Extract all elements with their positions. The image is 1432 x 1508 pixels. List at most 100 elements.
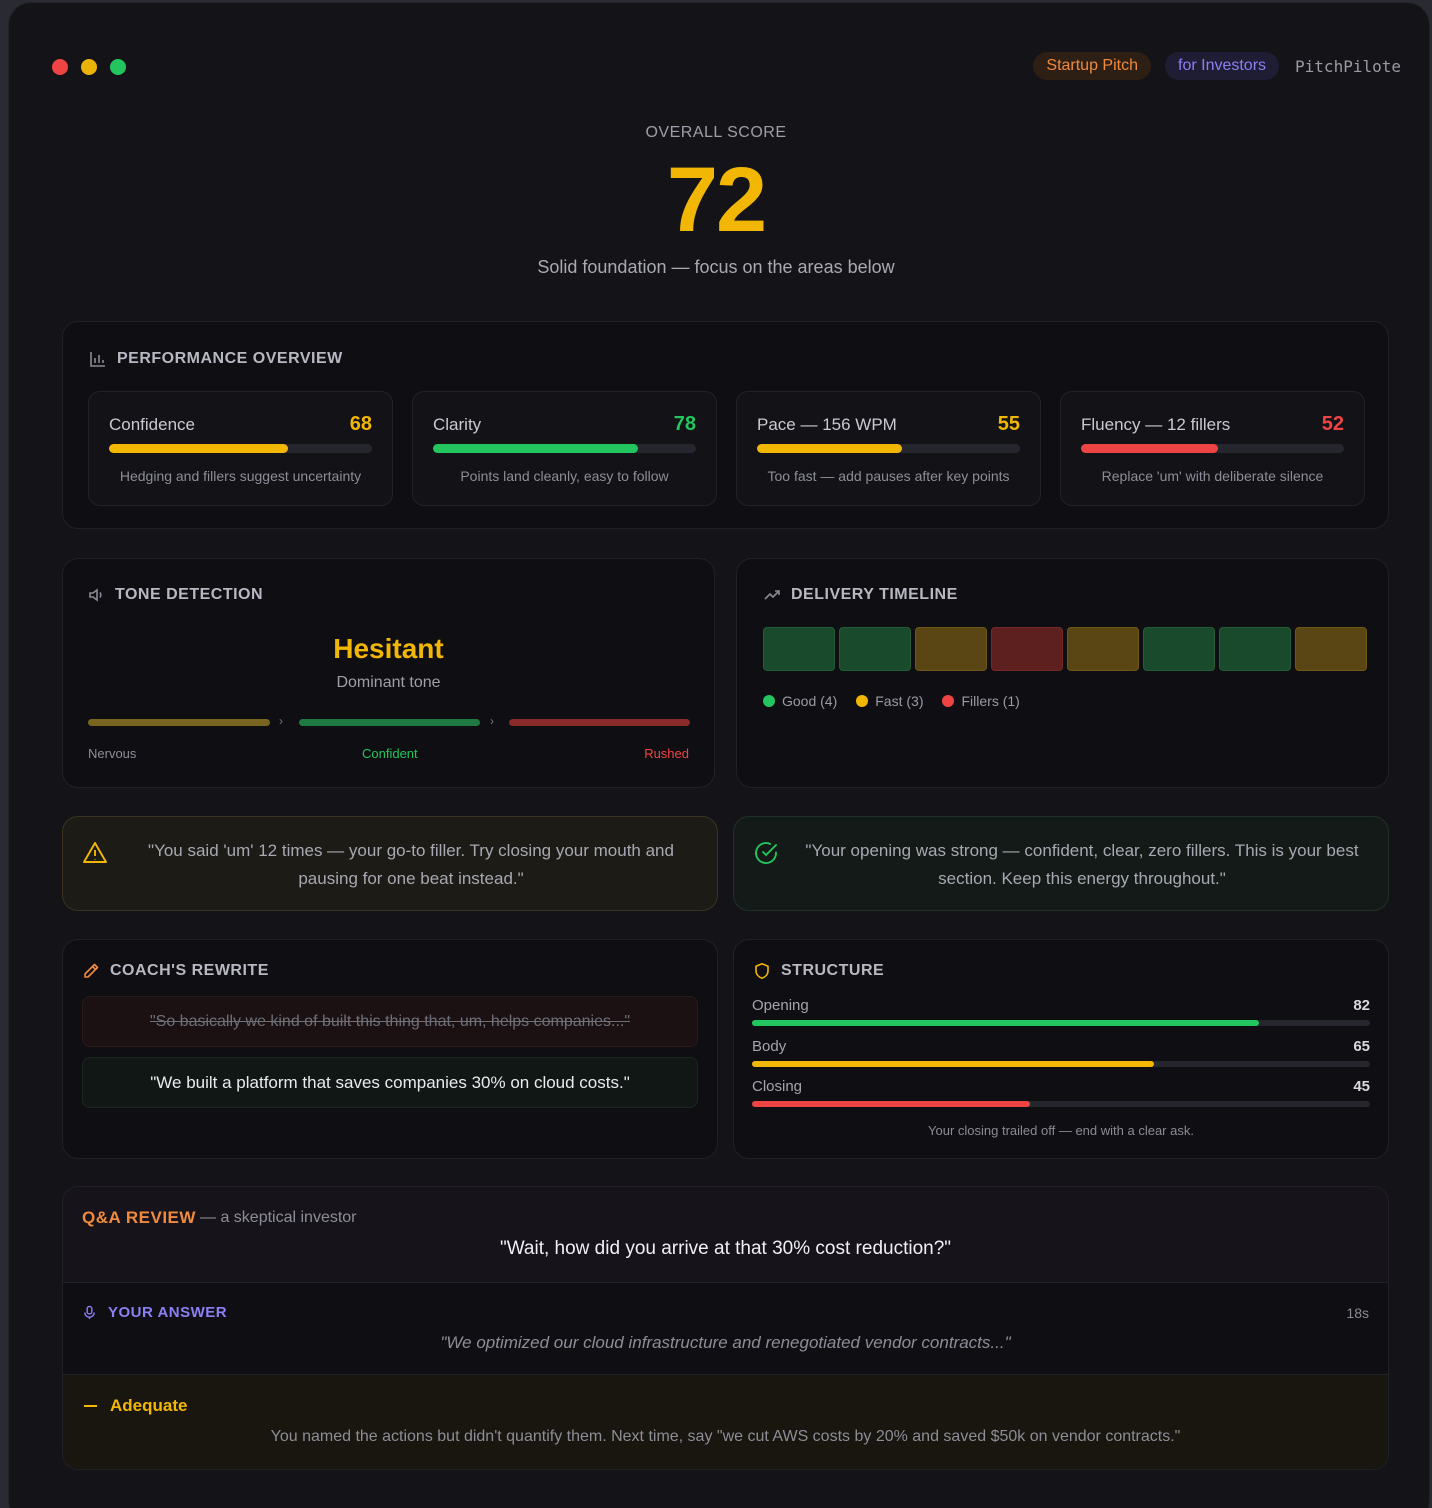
structure-bar-opening xyxy=(752,1020,1370,1026)
legend-label: Fast (3) xyxy=(875,693,924,709)
timeline-segment[interactable] xyxy=(915,627,987,671)
qa-persona: — a skeptical investor xyxy=(200,1209,357,1226)
timeline-title: DELIVERY TIMELINE xyxy=(791,586,958,603)
rewrite-after-text: "We built a platform that saves companie… xyxy=(150,1072,630,1092)
metric-pace: Pace — 156 WPM 55 Too fast — add pauses … xyxy=(736,391,1041,506)
rewrite-title: COACH'S REWRITE xyxy=(110,962,269,979)
topic-tag: Startup Pitch xyxy=(1033,52,1151,80)
metric-label: Clarity xyxy=(433,415,482,434)
structure-bar-body xyxy=(752,1061,1370,1067)
trend-up-icon xyxy=(764,590,780,600)
timeline-segment[interactable] xyxy=(1219,627,1291,671)
rewrite-before: "So basically we kind of built this thin… xyxy=(82,996,698,1047)
metric-bar xyxy=(109,444,372,453)
chevron-right-icon: › xyxy=(490,714,494,728)
performance-overview-card: PERFORMANCE OVERVIEW Confidence 68 Hedgi… xyxy=(62,321,1389,529)
metric-note: Hedging and fillers suggest uncertainty xyxy=(119,468,362,484)
verdict-label: Adequate xyxy=(110,1396,188,1415)
pencil-icon xyxy=(84,963,99,978)
tone-bar-confident xyxy=(299,719,480,726)
shield-icon xyxy=(755,963,769,979)
close-window-button[interactable] xyxy=(52,59,68,75)
coach-rewrite-card: COACH'S REWRITE "So basically we kind of… xyxy=(62,939,718,1159)
timeline-segment[interactable] xyxy=(839,627,911,671)
legend-fillers: Fillers (1) xyxy=(942,693,1020,709)
legend-dot xyxy=(763,695,775,707)
microphone-icon xyxy=(84,1305,95,1320)
structure-value-closing: 45 xyxy=(1353,1078,1370,1095)
rewrite-after: "We built a platform that saves companie… xyxy=(82,1057,698,1108)
metric-bar-fill xyxy=(433,444,639,453)
delivery-timeline-card: DELIVERY TIMELINE Good (4) Fast (3) Fill… xyxy=(736,558,1389,788)
dash-icon xyxy=(84,1405,97,1407)
legend-label: Good (4) xyxy=(782,693,838,709)
overall-score-label: OVERALL SCORE xyxy=(645,124,787,141)
tone-label-confident: Confident xyxy=(362,746,418,761)
maximize-window-button[interactable] xyxy=(110,59,126,75)
timeline-segment[interactable] xyxy=(1143,627,1215,671)
metric-value: 68 xyxy=(349,413,372,435)
structure-label-body: Body xyxy=(752,1038,787,1055)
metric-label: Pace — 156 WPM xyxy=(757,415,897,434)
structure-value-body: 65 xyxy=(1353,1038,1370,1055)
timeline-segment[interactable] xyxy=(991,627,1063,671)
overall-score-summary: Solid foundation — focus on the areas be… xyxy=(537,257,895,277)
check-circle-icon xyxy=(755,842,777,864)
metric-label: Fluency — 12 fillers xyxy=(1081,415,1231,434)
your-answer-label: YOUR ANSWER xyxy=(108,1304,228,1321)
rewrite-before-text: "So basically we kind of built this thin… xyxy=(149,1012,631,1030)
structure-bar-fill xyxy=(752,1020,1259,1026)
metric-value: 78 xyxy=(673,413,696,435)
header-tags: Startup Pitch for Investors PitchPilote xyxy=(1033,52,1401,80)
tone-bar-nervous xyxy=(88,719,270,726)
performance-title: PERFORMANCE OVERVIEW xyxy=(117,350,343,367)
legend-fast: Fast (3) xyxy=(856,693,923,709)
legend-label: Fillers (1) xyxy=(961,693,1020,709)
metric-note: Points land cleanly, easy to follow xyxy=(460,468,669,484)
metric-label: Confidence xyxy=(109,415,196,434)
structure-label-opening: Opening xyxy=(752,997,809,1014)
structure-bar-fill xyxy=(752,1061,1154,1067)
warning-callout: "You said 'um' 12 times — your go-to fil… xyxy=(62,816,718,911)
metric-note: Replace 'um' with deliberate silence xyxy=(1101,468,1324,484)
structure-title: STRUCTURE xyxy=(781,962,885,979)
tone-title: TONE DETECTION xyxy=(115,586,264,603)
qa-question: "Wait, how did you arrive at that 30% co… xyxy=(499,1238,952,1259)
timeline-segment[interactable] xyxy=(1295,627,1367,671)
metric-bar-fill xyxy=(757,444,902,453)
chevron-right-icon: › xyxy=(279,714,283,728)
timeline-segment[interactable] xyxy=(1067,627,1139,671)
legend-good: Good (4) xyxy=(763,693,837,709)
dominant-tone: Hesitant xyxy=(333,633,444,664)
answer-duration: 18s xyxy=(1346,1305,1369,1321)
speaker-icon xyxy=(89,588,102,602)
metric-value: 52 xyxy=(1321,413,1344,435)
timeline-segments xyxy=(763,627,1367,671)
metric-bar xyxy=(1081,444,1344,453)
timeline-segment[interactable] xyxy=(763,627,835,671)
structure-bar-fill xyxy=(752,1101,1031,1107)
overall-score-value: 72 xyxy=(666,149,767,251)
verdict-feedback: You named the actions but didn't quantif… xyxy=(270,1428,1181,1445)
answer-text: "We optimized our cloud infrastructure a… xyxy=(440,1333,1011,1352)
qa-header: Q&A REVIEW — a skeptical investor "Wait,… xyxy=(63,1187,1388,1282)
structure-bar-closing xyxy=(752,1101,1370,1107)
tone-bar-rushed xyxy=(509,719,690,726)
dominant-tone-label: Dominant tone xyxy=(336,674,441,691)
metric-note: Too fast — add pauses after key points xyxy=(767,468,1010,484)
bar-chart-icon xyxy=(90,352,105,367)
structure-card: STRUCTURE Opening 82 Body 65 Closing 45 … xyxy=(733,939,1389,1159)
minimize-window-button[interactable] xyxy=(81,59,97,75)
window-controls xyxy=(52,59,126,75)
structure-value-opening: 82 xyxy=(1353,997,1370,1014)
structure-note: Your closing trailed off — end with a cl… xyxy=(928,1123,1194,1138)
qa-title: Q&A REVIEW xyxy=(82,1208,196,1227)
metric-confidence: Confidence 68 Hedging and fillers sugges… xyxy=(88,391,393,506)
legend-dot xyxy=(856,695,869,707)
warning-icon xyxy=(83,842,107,863)
tone-label-rushed: Rushed xyxy=(644,746,689,761)
tone-label-nervous: Nervous xyxy=(88,746,137,761)
qa-verdict-section: Adequate You named the actions but didn'… xyxy=(63,1375,1388,1469)
metric-fluency: Fluency — 12 fillers 52 Replace 'um' wit… xyxy=(1060,391,1365,506)
tone-detection-card: TONE DETECTION Hesitant Dominant tone › … xyxy=(62,558,715,788)
